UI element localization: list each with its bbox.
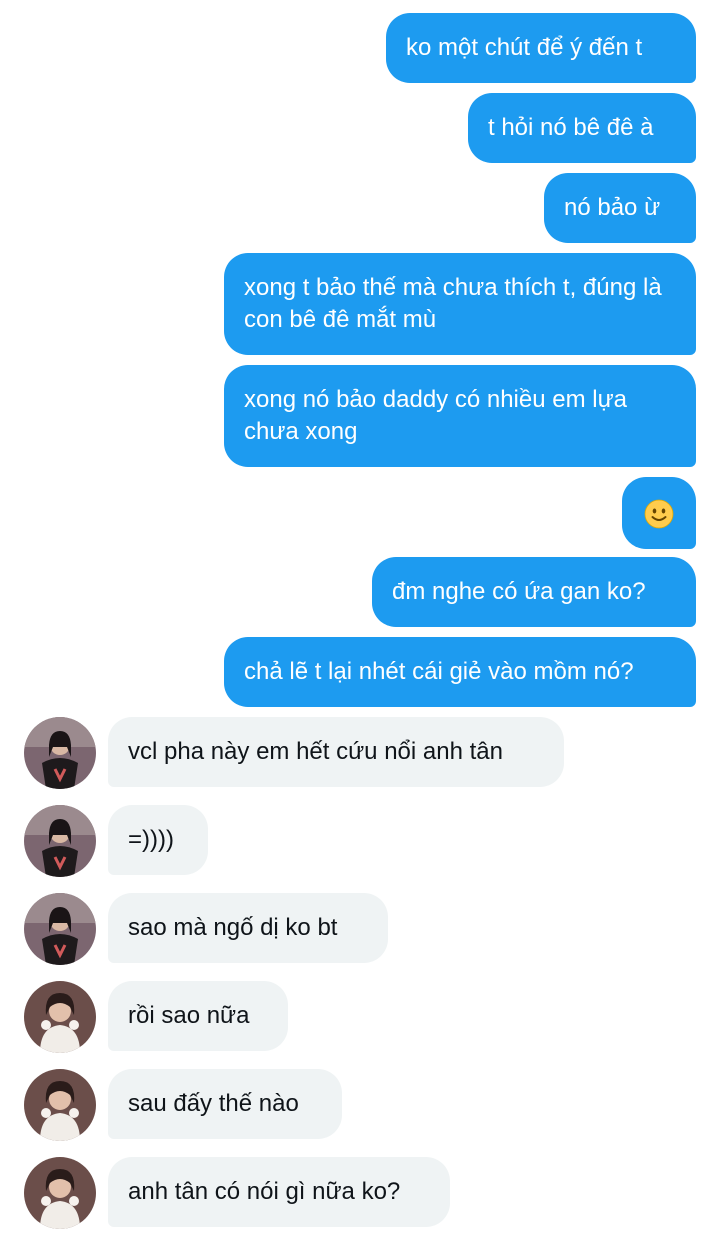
message-text: rồi sao nữa	[128, 1002, 250, 1029]
message-bubble-incoming[interactable]: vcl pha này em hết cứu nổi anh tân	[108, 717, 564, 787]
message-bubble-outgoing[interactable]: chả lẽ t lại nhét cái giẻ vào mồm nó?	[224, 637, 696, 707]
message-bubble-outgoing[interactable]: ko một chút để ý đến t	[386, 13, 696, 83]
user-a-avatar[interactable]	[24, 893, 96, 965]
user-b-avatar[interactable]	[24, 1157, 96, 1229]
message-bubble-outgoing[interactable]: nó bảo ừ	[544, 173, 696, 243]
user-b-avatar[interactable]	[24, 1069, 96, 1141]
message-text: đm nghe có ứa gan ko?	[392, 578, 646, 605]
user-a-avatar[interactable]	[24, 805, 96, 877]
message-text: t hỏi nó bê đê à	[488, 114, 654, 141]
message-text: anh tân có nói gì nữa ko?	[128, 1178, 401, 1205]
message-bubble-outgoing[interactable]: đm nghe có ứa gan ko?	[372, 557, 696, 627]
slightly-smiling-face-emoji	[644, 499, 674, 529]
message-text: xong t bảo thế mà chưa thích t, đúng là …	[244, 274, 662, 333]
message-bubble-incoming[interactable]: sao mà ngố dị ko bt	[108, 893, 388, 963]
message-text: xong nó bảo daddy có nhiều em lựa chưa x…	[244, 386, 628, 445]
message-bubble-incoming[interactable]: anh tân có nói gì nữa ko?	[108, 1157, 450, 1227]
user-a-avatar[interactable]	[24, 717, 96, 789]
message-text: sao mà ngố dị ko bt	[128, 914, 338, 941]
message-bubble-incoming[interactable]: =))))	[108, 805, 208, 875]
message-bubble-outgoing[interactable]: xong t bảo thế mà chưa thích t, đúng là …	[224, 253, 696, 355]
message-text: nó bảo ừ	[564, 194, 661, 221]
message-bubble-outgoing[interactable]: t hỏi nó bê đê à	[468, 93, 696, 163]
message-bubble-incoming[interactable]: rồi sao nữa	[108, 981, 288, 1051]
message-text: ko một chút để ý đến t	[406, 34, 643, 61]
message-bubble-outgoing[interactable]: xong nó bảo daddy có nhiều em lựa chưa x…	[224, 365, 696, 467]
message-bubble-outgoing-emoji[interactable]	[622, 477, 696, 549]
message-text: chả lẽ t lại nhét cái giẻ vào mồm nó?	[244, 658, 634, 685]
message-text: vcl pha này em hết cứu nổi anh tân	[128, 738, 503, 765]
message-thread: ko một chút để ý đến t t hỏi nó bê đê à …	[0, 0, 720, 1235]
message-text: sau đấy thế nào	[128, 1090, 299, 1117]
message-bubble-incoming[interactable]: sau đấy thế nào	[108, 1069, 342, 1139]
message-text: =))))	[128, 826, 174, 853]
user-b-avatar[interactable]	[24, 981, 96, 1053]
